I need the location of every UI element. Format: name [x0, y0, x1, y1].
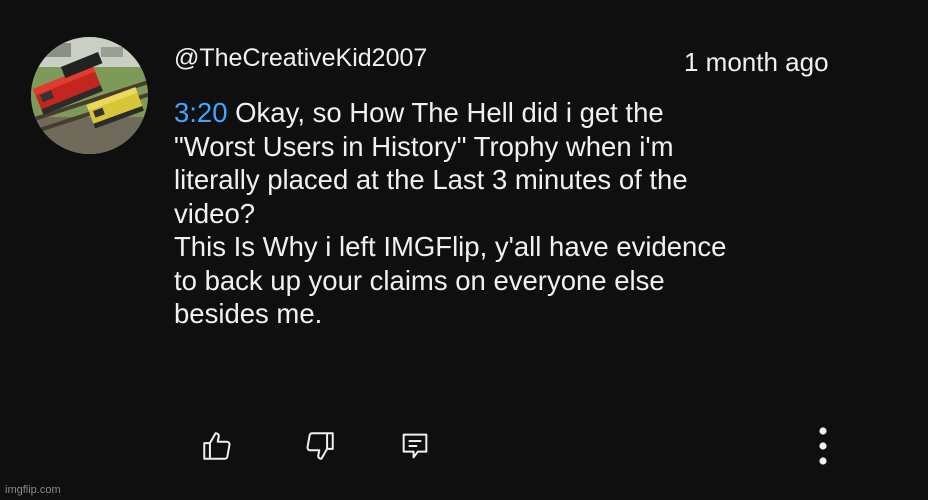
reply-comment-icon	[402, 433, 428, 459]
comment-author[interactable]: @TheCreativeKid2007	[174, 44, 427, 73]
comment-line: to back up your claims on everyone else	[174, 264, 665, 296]
thumbs-down-icon	[306, 432, 334, 460]
comment-time[interactable]: 1 month ago	[684, 47, 829, 78]
timestamp-link[interactable]: 3:20	[174, 97, 228, 128]
avatar[interactable]	[31, 37, 148, 154]
comment-line: video?	[174, 197, 256, 229]
like-button[interactable]	[199, 426, 235, 466]
comment-text: 3:20 Okay, so How The Hell did i get the…	[174, 96, 874, 331]
comment-line: "Worst Users in History" Trophy when i'm	[174, 130, 674, 162]
reply-button[interactable]	[397, 426, 433, 466]
more-options-button[interactable]	[808, 426, 838, 466]
dislike-button[interactable]	[302, 426, 338, 466]
comment-card: @TheCreativeKid2007 1 month ago 3:20 Oka…	[0, 0, 928, 500]
comment-line-text: Okay, so How The Hell did i get the	[227, 97, 664, 128]
comment-line: 3:20 Okay, so How The Hell did i get the	[174, 96, 874, 130]
imgflip-watermark: imgflip.com	[5, 484, 61, 496]
avatar-train-image	[31, 37, 148, 154]
comment-line: This Is Why i left IMGFlip, y'all have e…	[174, 231, 727, 262]
comment-line: literally placed at the Last 3 minutes o…	[174, 164, 688, 195]
comment-line: besides me.	[174, 298, 323, 329]
vertical-dots-icon	[819, 427, 827, 465]
thumbs-up-icon	[203, 432, 231, 460]
